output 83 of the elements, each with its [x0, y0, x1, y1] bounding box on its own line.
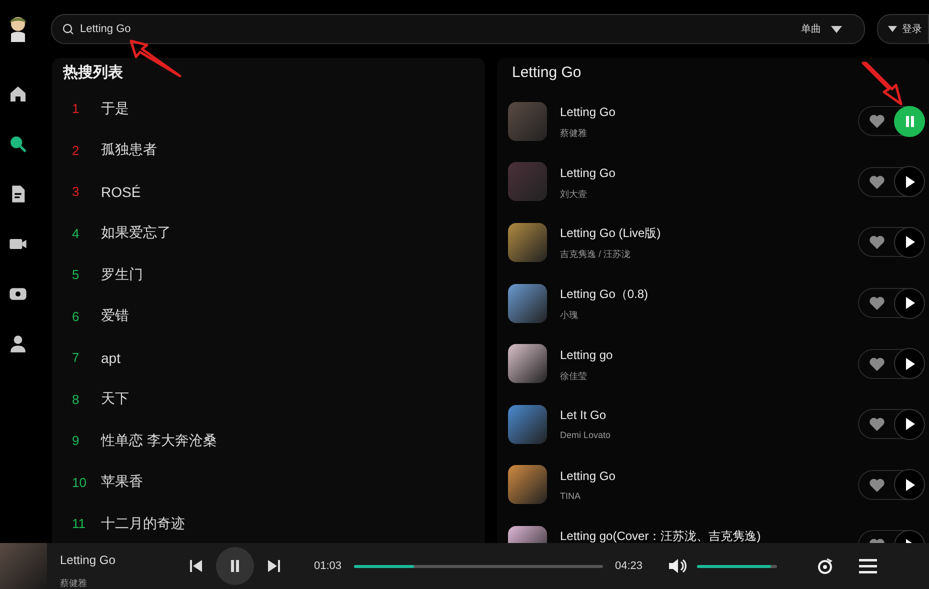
artist-name: 刘大壹: [560, 188, 588, 201]
menu-icon: [859, 558, 877, 574]
song-title[interactable]: Letting go: [560, 348, 845, 362]
artist-name: TINA: [560, 490, 582, 501]
song-title[interactable]: Letting Go (Live版): [560, 226, 845, 240]
hot-search-term[interactable]: 爱错: [101, 307, 129, 326]
rank-number: 3: [72, 184, 80, 200]
play-button[interactable]: [894, 348, 925, 380]
total-time: 04:23: [615, 560, 644, 572]
pause-button[interactable]: [894, 106, 925, 137]
album-cover: [0, 543, 47, 589]
album-cover: [508, 222, 547, 262]
play-button[interactable]: [894, 226, 925, 258]
search-icon: [62, 23, 74, 35]
song-title[interactable]: Letting Go: [560, 166, 845, 180]
user-icon: [8, 334, 28, 354]
caret-icon: [888, 26, 897, 32]
hot-search-term[interactable]: 性单恋 李大奔沧桑: [101, 432, 217, 450]
song-title: Letting Go: [60, 553, 116, 567]
rank-number: 10: [72, 474, 88, 490]
progress-track[interactable]: [354, 564, 603, 568]
album-cover: [508, 465, 547, 504]
menu-button[interactable]: [859, 558, 877, 574]
previous-icon: [190, 560, 202, 572]
results-title: Letting Go: [511, 63, 582, 83]
hot-search-term[interactable]: 孤独患者: [101, 141, 157, 160]
next-icon: [268, 560, 280, 572]
pause-icon: [904, 116, 914, 127]
caret-icon: [831, 26, 842, 32]
hot-search-term[interactable]: 苹果香: [101, 473, 143, 492]
album-cover: [508, 162, 547, 202]
album-cover: [508, 284, 547, 323]
artist-name: 蔡健雅: [560, 127, 588, 140]
search-field[interactable]: Letting Go 单曲: [51, 14, 865, 44]
artist-name: 吉克隽逸 / 汪苏泷: [560, 248, 632, 262]
rank-number: 11: [72, 516, 86, 532]
hot-search-term[interactable]: 十二月的奇迹: [101, 514, 185, 533]
rank-number: 5: [72, 267, 80, 282]
annotation-arrow: [860, 60, 904, 106]
next-button[interactable]: [268, 560, 280, 572]
play-button[interactable]: [894, 469, 925, 500]
song-title[interactable]: Letting Go（0.8): [560, 287, 845, 302]
hot-search-term[interactable]: 于是: [101, 100, 129, 118]
loop-icon: [817, 558, 833, 574]
panel-title: 热搜列表: [62, 63, 124, 83]
song-title[interactable]: Letting Go: [560, 105, 845, 120]
previous-button[interactable]: [190, 560, 202, 572]
artist-name: 蔡健雅: [60, 577, 88, 586]
song-title[interactable]: Letting go(Cover：汪苏泷、吉克隽逸): [560, 529, 845, 543]
volume-button[interactable]: [669, 558, 687, 574]
rank-number: 9: [72, 433, 80, 448]
rank-number: 8: [72, 392, 80, 407]
rank-number: 6: [72, 308, 80, 324]
hot-search-term[interactable]: apt: [101, 350, 120, 366]
type-dropdown[interactable]: 单曲: [801, 22, 842, 36]
album-cover: [508, 404, 547, 444]
elapsed-time: 01:03: [314, 560, 343, 572]
album-cover: [508, 102, 547, 141]
hot-search-term[interactable]: 罗生门: [101, 266, 143, 284]
login-button[interactable]: 登录: [877, 14, 929, 44]
pause-icon: [230, 560, 240, 572]
play-button[interactable]: [894, 166, 925, 198]
play-button[interactable]: [894, 288, 925, 319]
search-icon: [8, 134, 28, 154]
rank-number: 2: [72, 142, 80, 158]
rank-number: 1: [72, 101, 80, 116]
pause-button[interactable]: [216, 547, 254, 585]
annotation-arrow: [128, 38, 184, 78]
artist-name: Demi Lovato: [560, 430, 612, 440]
loop-mode-button[interactable]: [817, 558, 833, 574]
rank-number: 7: [72, 350, 80, 366]
speaker-icon: [669, 558, 687, 574]
hot-search-term[interactable]: 如果爱忘了: [101, 224, 171, 242]
home-icon: [8, 84, 28, 104]
artist-name: 小瑰: [560, 309, 579, 322]
hot-search-term[interactable]: ROSÉ: [101, 184, 141, 200]
song-title[interactable]: Let It Go: [560, 408, 845, 422]
song-title[interactable]: Letting Go: [560, 468, 845, 483]
play-button[interactable]: [894, 408, 925, 440]
rank-number: 4: [72, 226, 80, 241]
hot-search-term[interactable]: 天下: [101, 390, 129, 408]
album-cover: [508, 344, 547, 384]
artist-name: 徐佳莹: [560, 370, 588, 383]
